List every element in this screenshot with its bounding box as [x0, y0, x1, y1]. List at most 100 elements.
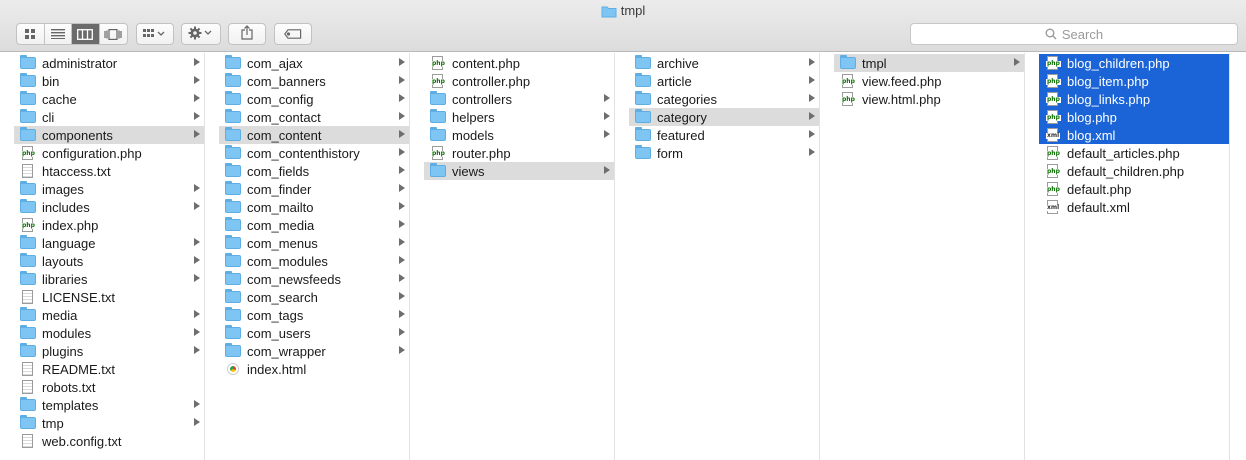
view-mode-switcher[interactable]	[16, 23, 128, 45]
folder-icon	[224, 55, 241, 71]
file-row[interactable]: com_finder	[219, 180, 409, 198]
file-row[interactable]: tmp	[14, 414, 204, 432]
file-row[interactable]: controllers	[424, 90, 614, 108]
file-row[interactable]: cache	[14, 90, 204, 108]
cover-flow-icon[interactable]	[100, 24, 127, 44]
file-row[interactable]: default.xml	[1039, 198, 1229, 216]
file-row[interactable]: featured	[629, 126, 819, 144]
file-row[interactable]: com_banners	[219, 72, 409, 90]
file-row[interactable]: com_menus	[219, 234, 409, 252]
file-name: category	[657, 109, 707, 125]
file-row[interactable]: index.html	[219, 360, 409, 378]
file-row[interactable]: view.html.php	[834, 90, 1024, 108]
search-placeholder: Search	[1061, 26, 1104, 42]
file-row[interactable]: LICENSE.txt	[14, 288, 204, 306]
file-row[interactable]: media	[14, 306, 204, 324]
file-row[interactable]: htaccess.txt	[14, 162, 204, 180]
file-row[interactable]: administrator	[14, 54, 204, 72]
file-row[interactable]: controller.php	[424, 72, 614, 90]
file-row[interactable]: blog_links.php	[1039, 90, 1229, 108]
folder-icon	[19, 55, 36, 71]
file-row[interactable]: com_fields	[219, 162, 409, 180]
php-file-icon	[839, 92, 856, 107]
disclosure-arrow-icon	[399, 220, 405, 228]
file-row[interactable]: form	[629, 144, 819, 162]
disclosure-arrow-icon	[604, 94, 610, 102]
file-row[interactable]: com_users	[219, 324, 409, 342]
file-row[interactable]: com_search	[219, 288, 409, 306]
text-file-icon	[19, 290, 36, 305]
file-row[interactable]: robots.txt	[14, 378, 204, 396]
file-row[interactable]: templates	[14, 396, 204, 414]
share-button[interactable]	[228, 23, 266, 45]
action-button[interactable]	[181, 23, 221, 45]
file-row[interactable]: blog_children.php	[1039, 54, 1229, 72]
file-row[interactable]: com_wrapper	[219, 342, 409, 360]
text-file-icon	[19, 362, 36, 377]
file-row[interactable]: language	[14, 234, 204, 252]
file-row[interactable]: components	[14, 126, 204, 144]
file-row[interactable]: category	[629, 108, 819, 126]
file-row[interactable]: libraries	[14, 270, 204, 288]
disclosure-arrow-icon	[809, 112, 815, 120]
file-row[interactable]: com_config	[219, 90, 409, 108]
file-row[interactable]: default_articles.php	[1039, 144, 1229, 162]
php-file-icon	[1044, 146, 1061, 161]
search-field[interactable]: Search	[910, 23, 1238, 45]
file-row[interactable]: modules	[14, 324, 204, 342]
file-row[interactable]: default.php	[1039, 180, 1229, 198]
file-row[interactable]: com_media	[219, 216, 409, 234]
file-row[interactable]: com_modules	[219, 252, 409, 270]
file-row[interactable]: includes	[14, 198, 204, 216]
file-row[interactable]: models	[424, 126, 614, 144]
file-name: modules	[42, 325, 92, 341]
file-row[interactable]: cli	[14, 108, 204, 126]
file-row[interactable]: com_contact	[219, 108, 409, 126]
file-row[interactable]: content.php	[424, 54, 614, 72]
file-row[interactable]: layouts	[14, 252, 204, 270]
file-row[interactable]: bin	[14, 72, 204, 90]
arrange-button[interactable]	[136, 23, 174, 45]
file-row[interactable]: tmpl	[834, 54, 1024, 72]
icon-view-icon[interactable]	[17, 24, 45, 44]
file-row[interactable]: article	[629, 72, 819, 90]
file-row[interactable]: blog_item.php	[1039, 72, 1229, 90]
tag-button[interactable]	[274, 23, 312, 45]
file-name: models	[452, 127, 494, 143]
file-row[interactable]: configuration.php	[14, 144, 204, 162]
folder-icon	[19, 307, 36, 323]
file-row[interactable]: router.php	[424, 144, 614, 162]
folder-icon	[19, 271, 36, 287]
file-row[interactable]: blog.php	[1039, 108, 1229, 126]
column-view-icon[interactable]	[72, 24, 100, 44]
file-row[interactable]: default_children.php	[1039, 162, 1229, 180]
php-file-icon	[1044, 182, 1061, 197]
file-name: featured	[657, 127, 705, 143]
disclosure-arrow-icon	[194, 274, 200, 282]
file-row[interactable]: images	[14, 180, 204, 198]
folder-icon	[224, 127, 241, 143]
file-row[interactable]: README.txt	[14, 360, 204, 378]
disclosure-arrow-icon	[809, 76, 815, 84]
file-row[interactable]: com_newsfeeds	[219, 270, 409, 288]
file-row[interactable]: com_mailto	[219, 198, 409, 216]
file-name: index.php	[42, 217, 99, 233]
window-title: tmpl	[620, 3, 646, 18]
file-name: default.xml	[1067, 199, 1130, 215]
file-row[interactable]: helpers	[424, 108, 614, 126]
file-row[interactable]: com_ajax	[219, 54, 409, 72]
file-row[interactable]: categories	[629, 90, 819, 108]
file-row[interactable]: view.feed.php	[834, 72, 1024, 90]
file-name: web.config.txt	[42, 433, 122, 449]
list-view-icon[interactable]	[45, 24, 73, 44]
file-row[interactable]: web.config.txt	[14, 432, 204, 450]
file-row[interactable]: archive	[629, 54, 819, 72]
file-row[interactable]: plugins	[14, 342, 204, 360]
file-row[interactable]: views	[424, 162, 614, 180]
file-row[interactable]: com_content	[219, 126, 409, 144]
file-row[interactable]: index.php	[14, 216, 204, 234]
file-row[interactable]: com_contenthistory	[219, 144, 409, 162]
file-row[interactable]: com_tags	[219, 306, 409, 324]
folder-icon	[634, 55, 651, 71]
file-row[interactable]: blog.xml	[1039, 126, 1229, 144]
